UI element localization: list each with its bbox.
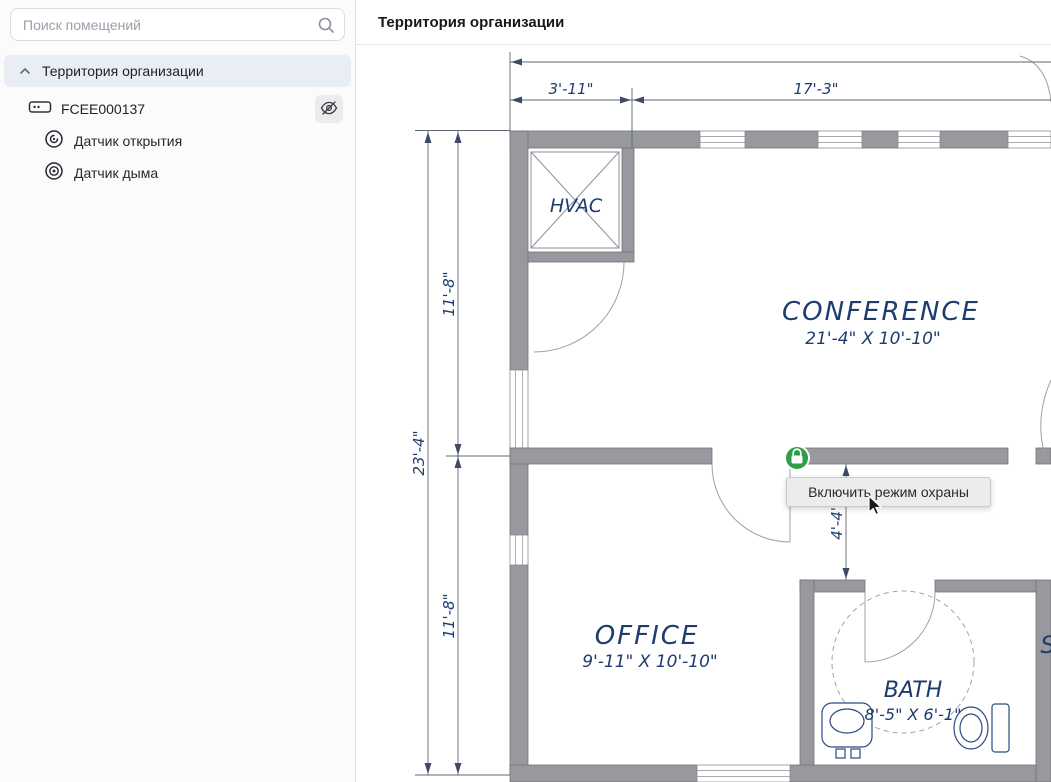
- dim-left-total: 23'-4": [410, 430, 428, 475]
- floor-plan-canvas[interactable]: 3'-11" 17'-3" 23'-4" 11'-8" 11'-8" 4'-4"…: [356, 45, 1051, 782]
- walls-group: [510, 131, 1051, 782]
- room-size-office: 9'-11" X 10'-10": [582, 652, 717, 672]
- dim-office-bath: 4'-4": [828, 504, 846, 540]
- room-label-hvac: HVAC: [550, 195, 603, 217]
- room-search: [10, 8, 345, 41]
- room-label-bath: BATH: [884, 678, 943, 703]
- eye-off-icon: [320, 99, 338, 120]
- security-device-marker[interactable]: [784, 445, 810, 471]
- window: [697, 765, 790, 782]
- floor-plan: 3'-11" 17'-3" 23'-4" 11'-8" 11'-8" 4'-4"…: [356, 45, 1051, 782]
- tree-item-territory[interactable]: Территория организации: [4, 55, 351, 87]
- tree-item-sensor-smoke[interactable]: Датчик дыма: [0, 157, 355, 189]
- opening-sensor-icon: [44, 129, 64, 154]
- chevron-up-icon[interactable]: [18, 64, 32, 78]
- page-title: Территория организации: [378, 14, 564, 31]
- security-tooltip: Включить режим охраны: [786, 477, 991, 507]
- app-window: Территория организации FCEE000137: [0, 0, 1051, 782]
- room-size-bath: 8'-5" X 6'-1": [865, 705, 962, 724]
- smoke-sensor-icon: [44, 161, 64, 186]
- tree-item-sensor-open[interactable]: Датчик открытия: [0, 125, 355, 157]
- tree-root-label: Территория организации: [42, 63, 204, 79]
- sensor-smoke-label: Датчик дыма: [74, 165, 158, 181]
- search-input[interactable]: [10, 8, 345, 41]
- room-size-conference: 21'-4" X 10'-10": [805, 329, 940, 349]
- mouse-cursor: [868, 495, 884, 517]
- room-label-office: OFFICE: [595, 621, 700, 651]
- tree-item-device[interactable]: FCEE000137: [0, 93, 355, 125]
- main-panel: Территория организации: [356, 0, 1051, 782]
- search-icon[interactable]: [317, 16, 335, 34]
- dim-top-left: 3'-11": [548, 80, 593, 98]
- sensor-open-label: Датчик открытия: [74, 133, 182, 149]
- dim-left-upper: 11'-8": [440, 271, 458, 316]
- device-label: FCEE000137: [61, 101, 306, 117]
- main-header: Территория организации: [356, 0, 1051, 45]
- visibility-toggle-button[interactable]: [315, 95, 343, 123]
- sidebar: Территория организации FCEE000137: [0, 0, 356, 782]
- dim-top-right: 17'-3": [793, 80, 838, 98]
- device-icon: [28, 98, 52, 121]
- security-tooltip-text: Включить режим охраны: [808, 484, 969, 500]
- dim-left-lower: 11'-8": [440, 593, 458, 638]
- room-label-partial: S: [1040, 631, 1051, 659]
- room-label-conference: CONFERENCE: [782, 297, 980, 327]
- toilet: [992, 704, 1009, 752]
